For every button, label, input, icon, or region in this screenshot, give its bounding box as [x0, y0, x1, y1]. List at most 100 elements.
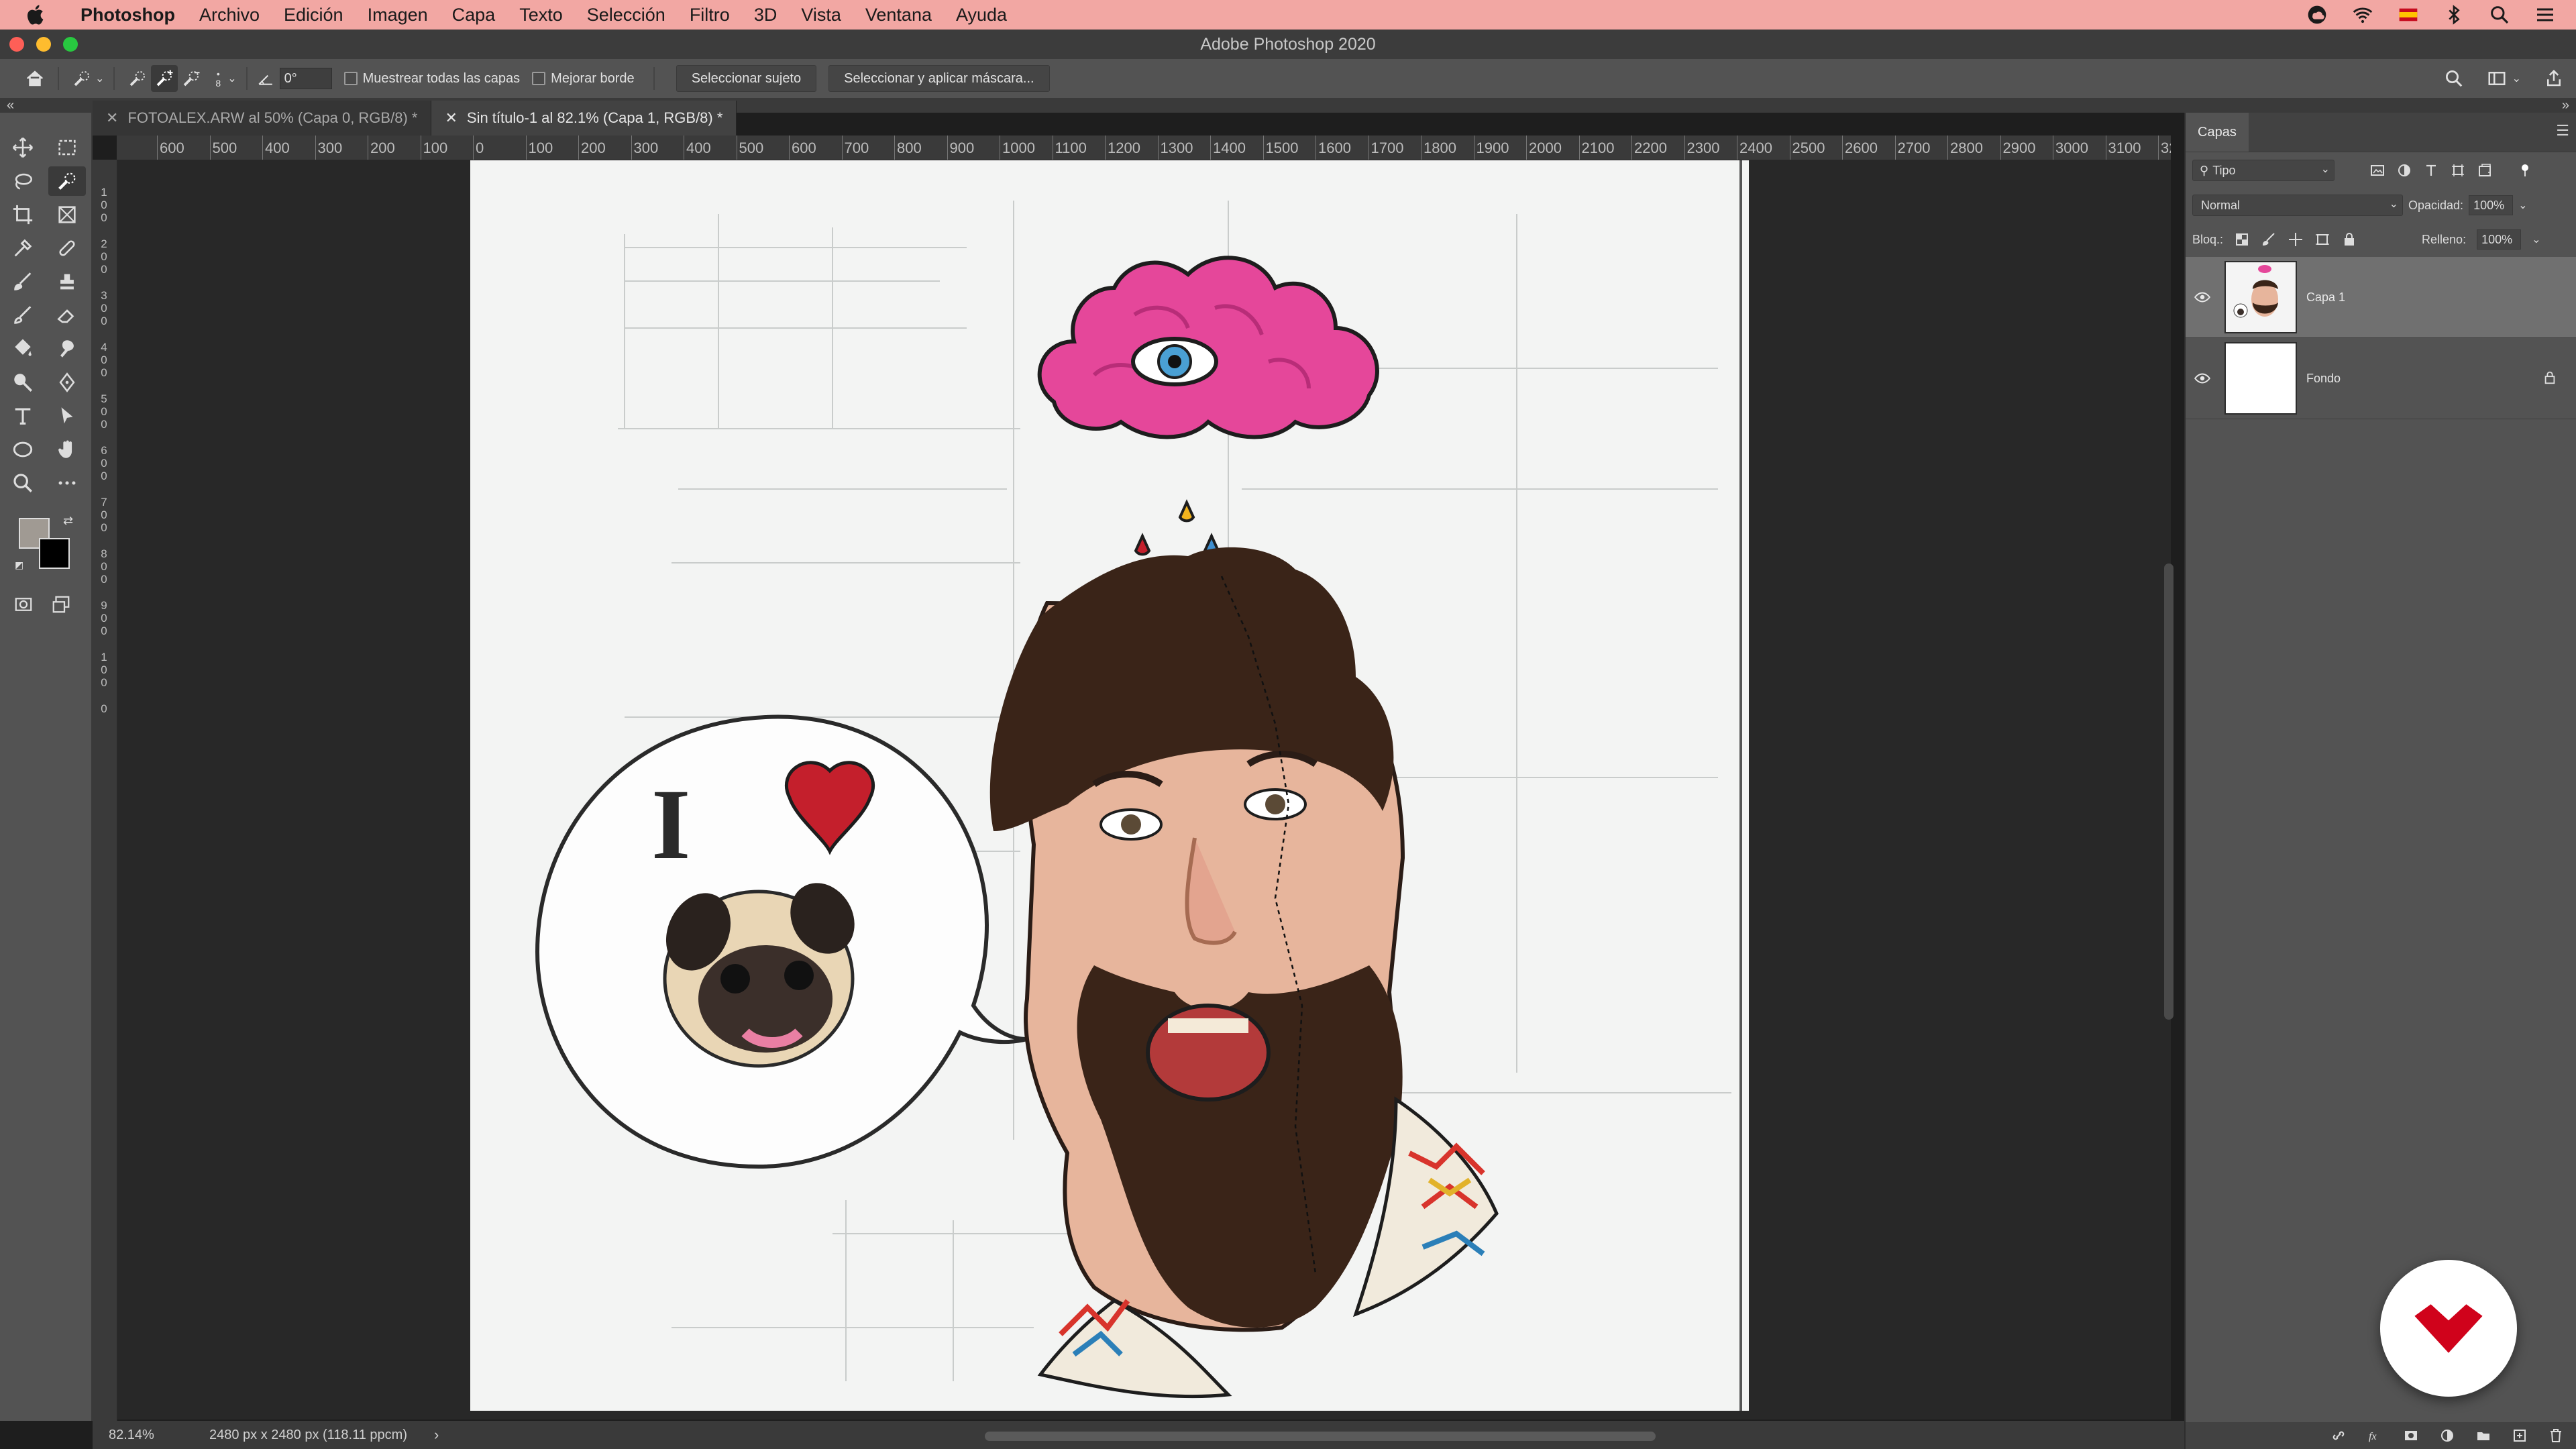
- bluetooth-icon[interactable]: [2443, 4, 2465, 25]
- enhance-edge-checkbox[interactable]: [532, 72, 546, 85]
- more-tools-icon[interactable]: [48, 468, 86, 498]
- menu-edicion[interactable]: Edición: [272, 5, 356, 25]
- zoom-level[interactable]: 82.14%: [93, 1428, 169, 1443]
- filter-adjustment-icon[interactable]: [2396, 162, 2412, 178]
- fill-field[interactable]: 100%: [2477, 229, 2522, 250]
- brush-tool-icon[interactable]: [4, 267, 42, 297]
- lock-image-icon[interactable]: [2261, 231, 2277, 248]
- menu-vista[interactable]: Vista: [789, 5, 853, 25]
- eraser-tool-icon[interactable]: [48, 301, 86, 330]
- history-brush-tool-icon[interactable]: [4, 301, 42, 330]
- vertical-scrollbar[interactable]: [2164, 564, 2174, 1020]
- layer-name[interactable]: Fondo: [2306, 372, 2341, 386]
- brush-size-picker[interactable]: • 8: [215, 69, 221, 88]
- menu-archivo[interactable]: Archivo: [187, 5, 272, 25]
- add-to-selection-icon[interactable]: [151, 65, 178, 92]
- chevron-down-icon[interactable]: ⌄: [2518, 199, 2527, 212]
- chevron-down-icon[interactable]: ⌄: [2512, 72, 2521, 85]
- enhance-edge-option[interactable]: Mejorar borde: [532, 71, 635, 87]
- search-icon[interactable]: [2444, 68, 2464, 89]
- menu-3d[interactable]: 3D: [742, 5, 790, 25]
- sample-all-layers-option[interactable]: Muestrear todas las capas: [343, 71, 520, 87]
- background-color-swatch[interactable]: [39, 538, 70, 569]
- tab-sin-titulo[interactable]: ✕ Sin título-1 al 82.1% (Capa 1, RGB/8) …: [431, 101, 737, 136]
- healing-brush-tool-icon[interactable]: [48, 233, 86, 263]
- clone-stamp-tool-icon[interactable]: [48, 267, 86, 297]
- ellipse-tool-icon[interactable]: [4, 435, 42, 464]
- layer-filter-select[interactable]: ⚲ Tipo ⌄: [2192, 160, 2334, 181]
- swap-colors-icon[interactable]: ⇄: [63, 514, 73, 528]
- lock-position-icon[interactable]: [2288, 231, 2304, 248]
- workspace-icon[interactable]: [2487, 68, 2507, 89]
- search-icon[interactable]: [2489, 4, 2510, 25]
- status-menu-arrow[interactable]: ›: [434, 1426, 439, 1444]
- zoom-tool-icon[interactable]: [4, 468, 42, 498]
- canvas-workspace[interactable]: I: [117, 160, 2171, 1419]
- lasso-tool-icon[interactable]: [4, 166, 42, 196]
- flag-es-icon[interactable]: [2398, 4, 2419, 25]
- filter-smart-object-icon[interactable]: [2477, 162, 2493, 178]
- filter-type-icon[interactable]: [2423, 162, 2439, 178]
- menu-app-photoshop[interactable]: Photoshop: [68, 5, 187, 25]
- apple-icon[interactable]: [24, 3, 48, 27]
- quick-selection-preset-icon[interactable]: [68, 65, 95, 92]
- pen-tool-icon[interactable]: [48, 368, 86, 397]
- default-colors-icon[interactable]: ◩: [15, 559, 23, 571]
- menu-imagen[interactable]: Imagen: [356, 5, 440, 25]
- chevron-down-icon[interactable]: ⌄: [2532, 233, 2540, 246]
- crop-tool-icon[interactable]: [4, 200, 42, 229]
- minimize-window-button[interactable]: [36, 37, 51, 52]
- hand-tool-icon[interactable]: [48, 435, 86, 464]
- new-selection-icon[interactable]: [124, 65, 151, 92]
- sample-all-layers-checkbox[interactable]: [343, 72, 358, 85]
- delete-layer-icon[interactable]: [2548, 1428, 2564, 1444]
- select-and-mask-button[interactable]: Seleccionar y aplicar máscara...: [828, 65, 1050, 92]
- collapse-right-icon[interactable]: »: [2562, 98, 2569, 113]
- layer-row[interactable]: Capa 1: [2186, 257, 2576, 338]
- menu-texto[interactable]: Texto: [507, 5, 575, 25]
- marquee-tool-icon[interactable]: [48, 133, 86, 162]
- new-group-icon[interactable]: [2475, 1428, 2491, 1444]
- menu-seleccion[interactable]: Selección: [575, 5, 678, 25]
- home-icon[interactable]: [21, 65, 48, 92]
- smudge-tool-icon[interactable]: [48, 334, 86, 364]
- blend-mode-select[interactable]: Normal ⌄: [2192, 195, 2403, 216]
- menu-ayuda[interactable]: Ayuda: [944, 5, 1019, 25]
- close-window-button[interactable]: [9, 37, 24, 52]
- horizontal-ruler[interactable]: 600 500 400 300 200 100 0 100 200 300 400 500 600 700…: [117, 136, 2171, 160]
- eyedropper-tool-icon[interactable]: [4, 233, 42, 263]
- document-canvas[interactable]: I: [470, 160, 1749, 1411]
- lock-artboard-icon[interactable]: [2314, 231, 2330, 248]
- adjustment-layer-icon[interactable]: [2439, 1428, 2455, 1444]
- chevron-down-icon[interactable]: ⌄: [95, 72, 104, 85]
- list-icon[interactable]: [2534, 4, 2556, 25]
- lock-transparent-icon[interactable]: [2234, 231, 2250, 248]
- paint-bucket-tool-icon[interactable]: [4, 334, 42, 364]
- lock-all-icon[interactable]: [2341, 231, 2357, 248]
- path-selection-tool-icon[interactable]: [48, 401, 86, 431]
- creative-cloud-icon[interactable]: [2306, 4, 2328, 25]
- move-tool-icon[interactable]: [4, 133, 42, 162]
- quick-selection-tool-icon[interactable]: [48, 166, 86, 196]
- horizontal-scrollbar[interactable]: [985, 1432, 1656, 1441]
- type-tool-icon[interactable]: [4, 401, 42, 431]
- visibility-eye-icon[interactable]: [2186, 370, 2219, 387]
- menu-filtro[interactable]: Filtro: [678, 5, 742, 25]
- link-layers-icon[interactable]: [2330, 1428, 2347, 1444]
- tab-capas[interactable]: Capas: [2186, 113, 2249, 152]
- close-tab-icon[interactable]: ✕: [106, 109, 118, 127]
- layer-row[interactable]: Fondo: [2186, 338, 2576, 419]
- menu-capa[interactable]: Capa: [440, 5, 508, 25]
- visibility-eye-icon[interactable]: [2186, 288, 2219, 306]
- lock-icon[interactable]: [2542, 370, 2557, 385]
- add-mask-icon[interactable]: [2403, 1428, 2419, 1444]
- frame-tool-icon[interactable]: [48, 200, 86, 229]
- menu-ventana[interactable]: Ventana: [853, 5, 944, 25]
- filter-pixel-icon[interactable]: [2369, 162, 2385, 178]
- wifi-icon[interactable]: [2352, 4, 2373, 25]
- share-icon[interactable]: [2544, 68, 2564, 89]
- layer-name[interactable]: Capa 1: [2306, 290, 2345, 305]
- filter-shape-icon[interactable]: [2450, 162, 2466, 178]
- new-layer-icon[interactable]: [2512, 1428, 2528, 1444]
- close-tab-icon[interactable]: ✕: [445, 109, 457, 127]
